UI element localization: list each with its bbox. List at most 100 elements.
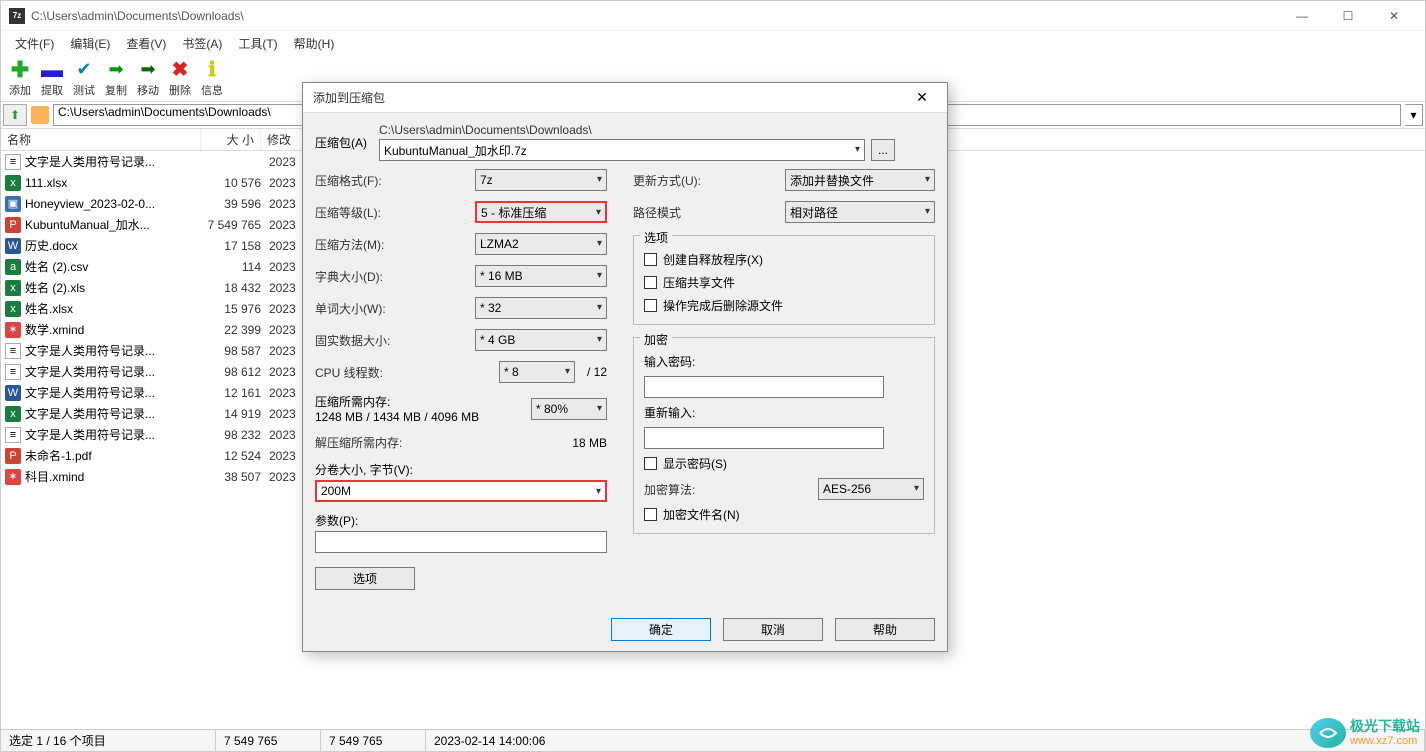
password-input[interactable]: [644, 376, 884, 398]
update-combo[interactable]: 添加并替换文件▾: [785, 169, 935, 191]
tool-copy[interactable]: ➡复制: [105, 59, 127, 98]
sfx-checkbox[interactable]: 创建自释放程序(X): [644, 251, 924, 268]
titlebar: 7z C:\Users\admin\Documents\Downloads\ —…: [1, 1, 1425, 31]
menu-help[interactable]: 帮助(H): [286, 33, 343, 54]
menu-tools[interactable]: 工具(T): [230, 33, 285, 54]
chevron-down-icon: ▾: [597, 238, 602, 249]
file-name: 文字是人类用符号记录...: [25, 153, 201, 170]
add-to-archive-dialog: 添加到压缩包 ✕ 压缩包(A) C:\Users\admin\Documents…: [302, 82, 948, 652]
file-type-icon: ≡: [5, 364, 21, 380]
file-type-icon: W: [5, 385, 21, 401]
file-type-icon: ≡: [5, 154, 21, 170]
chevron-down-icon: ▾: [597, 334, 602, 345]
up-button[interactable]: ⬆: [3, 104, 27, 126]
ok-button[interactable]: 确定: [611, 618, 711, 641]
word-combo[interactable]: * 32▾: [475, 297, 607, 319]
status-selection: 选定 1 / 16 个项目: [1, 730, 216, 751]
password2-label: 重新输入:: [644, 404, 924, 421]
encryption-fieldset: 加密 输入密码: 重新输入: 显示密码(S) 加密算法: AES-256▾ 加密…: [633, 337, 935, 534]
window-title: C:\Users\admin\Documents\Downloads\: [31, 9, 1279, 23]
chevron-down-icon: ▾: [596, 207, 601, 218]
chevron-down-icon: ▾: [565, 366, 570, 377]
file-name: 文字是人类用符号记录...: [25, 363, 201, 380]
dict-label: 字典大小(D):: [315, 268, 383, 285]
chevron-down-icon: ▾: [914, 483, 919, 494]
dialog-left-column: 压缩格式(F): 7z▾ 压缩等级(L): 5 - 标准压缩▾ 压缩方法(M):…: [315, 169, 607, 605]
password2-input[interactable]: [644, 427, 884, 449]
options-button[interactable]: 选项: [315, 567, 415, 590]
file-type-icon: ≡: [5, 343, 21, 359]
cpu-combo[interactable]: * 8▾: [499, 361, 575, 383]
file-size: 17 158: [201, 239, 261, 253]
col-name[interactable]: 名称: [1, 129, 201, 150]
tool-test[interactable]: ✔测试: [73, 59, 95, 98]
format-label: 压缩格式(F):: [315, 172, 382, 189]
menu-edit[interactable]: 编辑(E): [62, 33, 118, 54]
file-type-icon: x: [5, 301, 21, 317]
status-size1: 7 549 765: [216, 730, 321, 751]
shared-checkbox[interactable]: 压缩共享文件: [644, 274, 924, 291]
params-label: 参数(P):: [315, 512, 607, 529]
show-password-checkbox[interactable]: 显示密码(S): [644, 455, 924, 472]
options-fieldset: 选项 创建自释放程序(X) 压缩共享文件 操作完成后删除源文件: [633, 235, 935, 325]
file-name: 姓名 (2).csv: [25, 258, 201, 275]
window-controls: — ☐ ✕: [1279, 1, 1417, 31]
status-size2: 7 549 765: [321, 730, 426, 751]
file-type-icon: W: [5, 238, 21, 254]
col-size[interactable]: 大 小: [201, 129, 261, 150]
menu-view[interactable]: 查看(V): [118, 33, 174, 54]
browse-button[interactable]: ...: [871, 139, 895, 161]
menu-file[interactable]: 文件(F): [7, 33, 62, 54]
pathmode-combo[interactable]: 相对路径▾: [785, 201, 935, 223]
menu-bookmarks[interactable]: 书签(A): [174, 33, 230, 54]
close-button[interactable]: ✕: [1371, 1, 1417, 31]
path-dropdown[interactable]: ▾: [1405, 104, 1423, 126]
chevron-down-icon: ▾: [925, 206, 930, 217]
tool-move[interactable]: ➡移动: [137, 59, 159, 98]
archive-path: C:\Users\admin\Documents\Downloads\: [379, 123, 935, 137]
file-size: 98 612: [201, 365, 261, 379]
maximize-button[interactable]: ☐: [1325, 1, 1371, 31]
format-combo[interactable]: 7z▾: [475, 169, 607, 191]
solid-combo[interactable]: * 4 GB▾: [475, 329, 607, 351]
tool-info[interactable]: ℹ信息: [201, 59, 223, 98]
file-type-icon: ▣: [5, 196, 21, 212]
file-size: 22 399: [201, 323, 261, 337]
minimize-button[interactable]: —: [1279, 1, 1325, 31]
help-button[interactable]: 帮助: [835, 618, 935, 641]
method-label: 压缩方法(M):: [315, 236, 384, 253]
plus-icon: ✚: [9, 59, 31, 81]
dialog-titlebar: 添加到压缩包 ✕: [303, 83, 947, 113]
file-type-icon: P: [5, 448, 21, 464]
volume-combo[interactable]: 200M▾: [315, 480, 607, 502]
file-size: 18 432: [201, 281, 261, 295]
file-size: 12 161: [201, 386, 261, 400]
dict-combo[interactable]: * 16 MB▾: [475, 265, 607, 287]
params-input[interactable]: [315, 531, 607, 553]
enc-alg-combo[interactable]: AES-256▾: [818, 478, 924, 500]
level-combo[interactable]: 5 - 标准压缩▾: [475, 201, 607, 223]
pathmode-label: 路径模式: [633, 204, 681, 221]
status-date: 2023-02-14 14:00:06: [426, 730, 1425, 751]
encryption-title: 加密: [640, 331, 672, 348]
delete-after-checkbox[interactable]: 操作完成后删除源文件: [644, 297, 924, 314]
mem-decompress-label: 解压缩所需内存:: [315, 434, 402, 451]
method-combo[interactable]: LZMA2▾: [475, 233, 607, 255]
cancel-button[interactable]: 取消: [723, 618, 823, 641]
encrypt-names-checkbox[interactable]: 加密文件名(N): [644, 506, 924, 523]
enc-alg-label: 加密算法:: [644, 481, 695, 498]
tool-add[interactable]: ✚添加: [9, 59, 31, 98]
file-type-icon: P: [5, 217, 21, 233]
dialog-close-button[interactable]: ✕: [907, 84, 937, 112]
file-name: 文字是人类用符号记录...: [25, 342, 201, 359]
file-name: 姓名 (2).xls: [25, 279, 201, 296]
archive-name-combo[interactable]: KubuntuManual_加水印.7z ▾: [379, 139, 865, 161]
file-size: 7 549 765: [201, 218, 261, 232]
tool-extract[interactable]: ▬提取: [41, 59, 63, 98]
file-size: 98 587: [201, 344, 261, 358]
file-size: 14 919: [201, 407, 261, 421]
file-name: 111.xlsx: [25, 176, 201, 190]
password-label: 输入密码:: [644, 353, 924, 370]
mem-pct-combo[interactable]: * 80%▾: [531, 398, 607, 420]
tool-delete[interactable]: ✖删除: [169, 59, 191, 98]
